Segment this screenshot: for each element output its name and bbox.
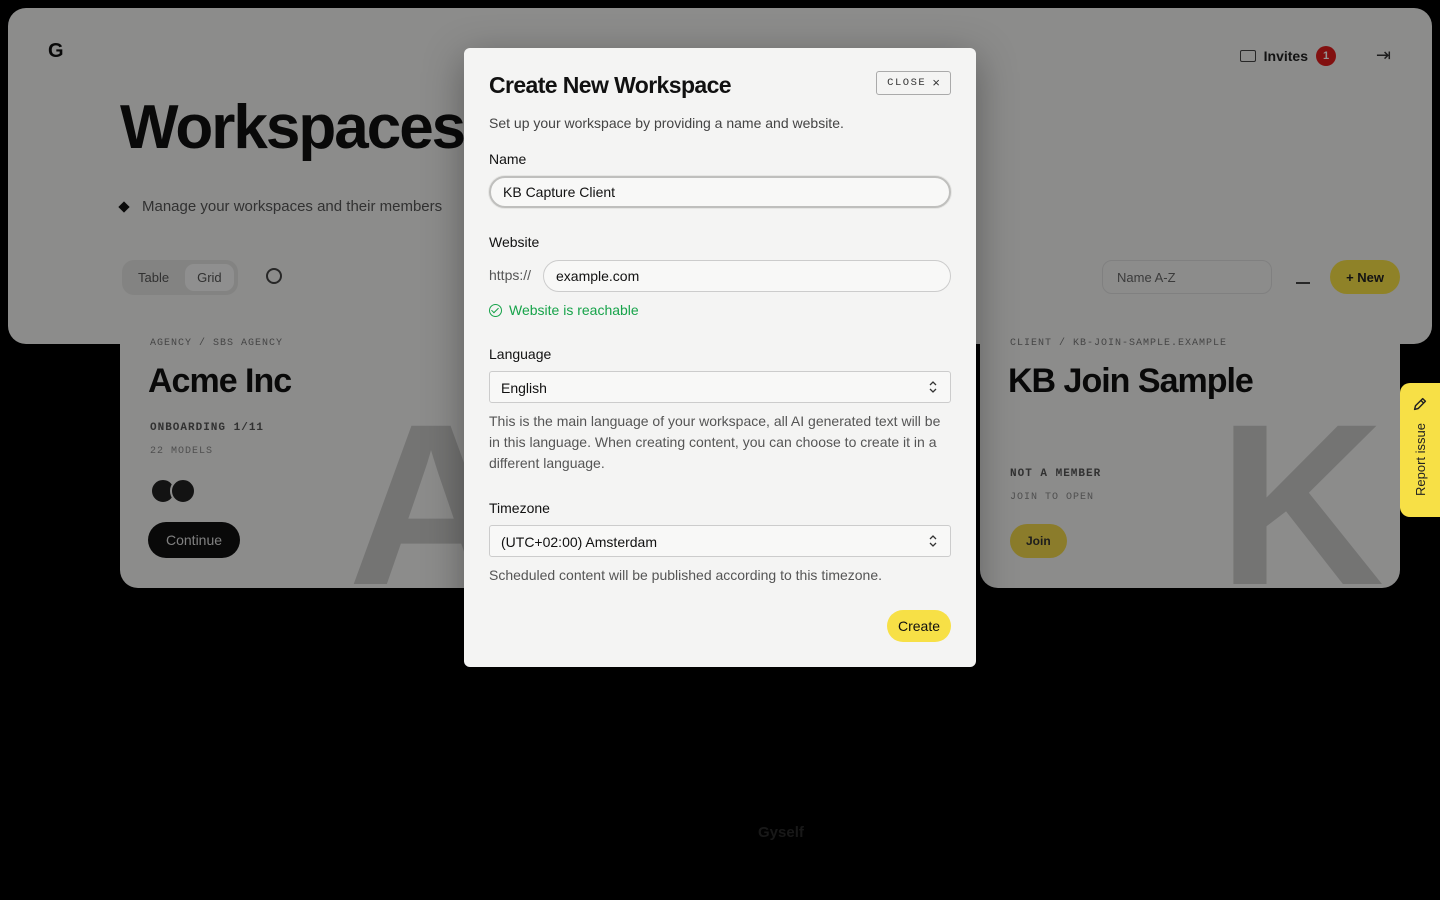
check-circle-icon xyxy=(489,303,502,317)
timezone-value: (UTC+02:00) Amsterdam xyxy=(501,534,657,550)
timezone-help: Scheduled content will be published acco… xyxy=(489,567,883,583)
create-workspace-dialog: Create New Workspace CLOSE × Set up your… xyxy=(464,48,976,667)
create-button[interactable]: Create xyxy=(886,610,951,642)
language-label: Language xyxy=(489,346,552,362)
timezone-select[interactable]: (UTC+02:00) Amsterdam xyxy=(489,525,951,557)
language-value: English xyxy=(501,380,547,396)
website-prefix: https:// xyxy=(489,267,532,283)
close-label: CLOSE xyxy=(887,77,927,89)
pencil-icon xyxy=(1413,397,1427,411)
report-issue-button[interactable]: Report issue xyxy=(1400,383,1440,517)
name-input[interactable] xyxy=(489,176,951,208)
website-status: Website is reachable xyxy=(489,302,639,318)
timezone-label: Timezone xyxy=(489,500,550,516)
dialog-subtitle: Set up your workspace by providing a nam… xyxy=(489,115,844,131)
name-label: Name xyxy=(489,151,527,167)
website-input[interactable] xyxy=(543,260,951,292)
close-button[interactable]: CLOSE × xyxy=(876,71,951,95)
website-label: Website xyxy=(489,234,540,250)
chevron-up-down-icon xyxy=(929,535,937,547)
report-issue-label: Report issue xyxy=(1412,423,1428,496)
close-icon: × xyxy=(932,75,940,91)
dialog-title: Create New Workspace xyxy=(489,72,732,98)
language-help: This is the main language of your worksp… xyxy=(489,413,941,471)
chevron-up-down-icon xyxy=(929,381,937,393)
website-status-text: Website is reachable xyxy=(509,302,639,318)
language-select[interactable]: English xyxy=(489,371,951,403)
